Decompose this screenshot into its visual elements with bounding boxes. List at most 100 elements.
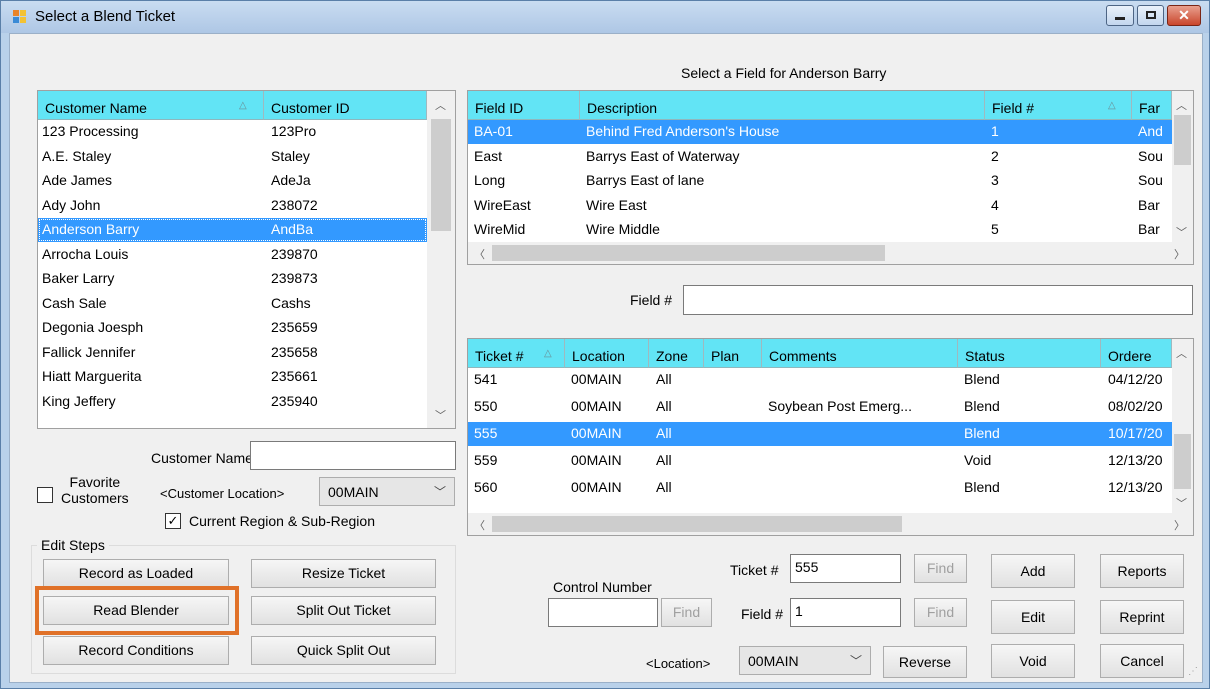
cancel-button[interactable]: Cancel (1100, 644, 1184, 678)
ticket-row[interactable]: 550 00MAIN All Soybean Post Emerg... Blend 08… (468, 395, 1172, 419)
resize-grip-icon[interactable]: ⋰ (1188, 667, 1200, 679)
reprint-button[interactable]: Reprint (1100, 600, 1184, 634)
scroll-up-icon[interactable]: ︿ (1176, 97, 1187, 113)
customer-row[interactable]: A.E. Staley Staley (38, 145, 455, 169)
field-number-header[interactable]: Field # △ (985, 91, 1132, 120)
scrollbar-thumb[interactable] (492, 245, 885, 261)
field-row[interactable]: WireMid Wire Middle 5 Bar (468, 218, 1172, 242)
record-as-loaded-button[interactable]: Record as Loaded (43, 559, 229, 588)
ticket-status-cell: Blend (964, 479, 1000, 495)
ticket-row[interactable]: 560 00MAIN All Blend 12/13/20 (468, 476, 1172, 500)
favorite-customers-checkbox[interactable] (37, 487, 53, 503)
customer-row[interactable]: Hiatt Marguerita 235661 (38, 365, 455, 389)
quick-split-out-button[interactable]: Quick Split Out (251, 636, 436, 665)
reports-button[interactable]: Reports (1100, 554, 1184, 588)
customer-row[interactable]: Degonia Joesph 235659 (38, 316, 455, 340)
reverse-button[interactable]: Reverse (883, 646, 967, 678)
void-button[interactable]: Void (991, 644, 1075, 678)
ordered-header[interactable]: Ordere (1101, 339, 1172, 368)
comments-header[interactable]: Comments (762, 339, 958, 368)
field-row[interactable]: Long Barrys East of lane 3 Sou (468, 169, 1172, 193)
scroll-right-icon[interactable]: 〉 (1174, 246, 1185, 262)
field-id-cell: East (474, 147, 503, 164)
zone-header[interactable]: Zone (649, 339, 704, 368)
customer-row[interactable]: Fallick Jennifer 235658 (38, 341, 455, 365)
ticket-vertical-scrollbar[interactable]: ︿ ﹀ (1172, 339, 1193, 513)
field-number-label: Field # (741, 606, 784, 622)
ticket-number-cell: 559 (474, 452, 498, 468)
customer-location-label[interactable]: <Customer Location> (160, 486, 284, 501)
plan-header[interactable]: Plan (704, 339, 762, 368)
scroll-right-icon[interactable]: 〉 (1174, 517, 1185, 533)
control-find-button[interactable]: Find (661, 598, 712, 627)
customer-row[interactable]: Ady John 238072 (38, 194, 455, 218)
scroll-left-icon[interactable]: 〈 (474, 517, 485, 533)
customer-name-cell: Fallick Jennifer (42, 343, 136, 360)
field-number-input[interactable]: 1 (790, 598, 901, 627)
field-filter-input[interactable] (683, 285, 1193, 315)
customer-row[interactable]: Arrocha Louis 239870 (38, 243, 455, 267)
ticket-row[interactable]: 559 00MAIN All Void 12/13/20 (468, 449, 1172, 473)
ticket-number-header[interactable]: Ticket # △ (468, 339, 565, 368)
customer-row[interactable]: King Jeffery 235940 (38, 390, 455, 414)
ticket-number-input[interactable]: 555 (790, 554, 901, 583)
split-out-ticket-button[interactable]: Split Out Ticket (251, 596, 436, 625)
customer-id-header[interactable]: Customer ID (264, 91, 427, 120)
ticket-row[interactable]: 555 00MAIN All Blend 10/17/20 (468, 422, 1172, 446)
location-header[interactable]: Location (565, 339, 649, 368)
field-row[interactable]: BA-01 Behind Fred Anderson's House 1 And (468, 120, 1172, 144)
field-vertical-scrollbar[interactable]: ︿ ﹀ (1172, 91, 1193, 242)
scroll-up-icon[interactable]: ︿ (435, 97, 446, 113)
field-find-button[interactable]: Find (914, 598, 967, 627)
ticket-number-cell: 560 (474, 479, 498, 495)
customer-name-label: Customer Name (151, 450, 253, 466)
customer-name-input[interactable] (250, 441, 456, 470)
scrollbar-thumb[interactable] (431, 119, 451, 231)
customer-row[interactable]: Ade James AdeJa (38, 169, 455, 193)
customer-row[interactable]: Anderson Barry AndBa (38, 218, 427, 242)
customer-row[interactable]: Cash Sale Cashs (38, 292, 455, 316)
ticket-status-cell: Blend (964, 371, 1000, 387)
customer-location-select[interactable]: 00MAIN ﹀ (319, 477, 455, 506)
ticket-location-cell: 00MAIN (571, 398, 622, 414)
customer-name-cell: Anderson Barry (42, 221, 140, 237)
scrollbar-thumb[interactable] (492, 516, 902, 532)
scroll-up-icon[interactable]: ︿ (1176, 345, 1187, 361)
scroll-left-icon[interactable]: 〈 (474, 246, 485, 262)
scrollbar-thumb[interactable] (1174, 115, 1191, 165)
customer-vertical-scrollbar[interactable]: ︿ ﹀ (427, 91, 455, 428)
add-button[interactable]: Add (991, 554, 1075, 588)
minimize-button[interactable] (1106, 5, 1134, 26)
field-id-cell: Long (474, 172, 506, 188)
field-horizontal-scrollbar[interactable]: 〈 〉 (468, 242, 1193, 264)
customer-row[interactable]: 123 Processing 123Pro (38, 120, 455, 144)
ticket-horizontal-scrollbar[interactable]: 〈 〉 (468, 513, 1193, 535)
customer-name-header[interactable]: Customer Name △ (38, 91, 264, 120)
favorite-label-line2: Customers (61, 490, 129, 506)
field-row[interactable]: WireEast Wire East 4 Bar (468, 194, 1172, 218)
control-number-label: Control Number (553, 579, 652, 595)
description-header[interactable]: Description (580, 91, 985, 120)
restore-button[interactable] (1137, 5, 1164, 26)
ticket-find-button[interactable]: Find (914, 554, 967, 583)
control-number-input[interactable] (548, 598, 658, 627)
ticket-row[interactable]: 541 00MAIN All Blend 04/12/20 (468, 368, 1172, 392)
field-id-header[interactable]: Field ID (468, 91, 580, 120)
ticket-comments-cell: Soybean Post Emerg... (768, 398, 912, 414)
scroll-down-icon[interactable]: ﹀ (1176, 224, 1187, 240)
scroll-down-icon[interactable]: ﹀ (435, 407, 446, 423)
location-label[interactable]: <Location> (646, 656, 710, 671)
current-region-checkbox[interactable]: ✓ (165, 513, 181, 529)
scroll-down-icon[interactable]: ﹀ (1176, 495, 1187, 511)
record-conditions-button[interactable]: Record Conditions (43, 636, 229, 665)
close-button[interactable]: ✕ (1167, 5, 1201, 26)
location-select[interactable]: 00MAIN ﹀ (739, 646, 871, 675)
field-row[interactable]: East Barrys East of Waterway 2 Sou (468, 145, 1172, 169)
status-header[interactable]: Status (958, 339, 1101, 368)
resize-ticket-button[interactable]: Resize Ticket (251, 559, 436, 588)
edit-button[interactable]: Edit (991, 600, 1075, 634)
ticket-zone-cell: All (656, 452, 672, 468)
customer-row[interactable]: Baker Larry 239873 (38, 267, 455, 291)
scrollbar-thumb[interactable] (1174, 434, 1191, 489)
farm-header[interactable]: Far (1132, 91, 1172, 120)
